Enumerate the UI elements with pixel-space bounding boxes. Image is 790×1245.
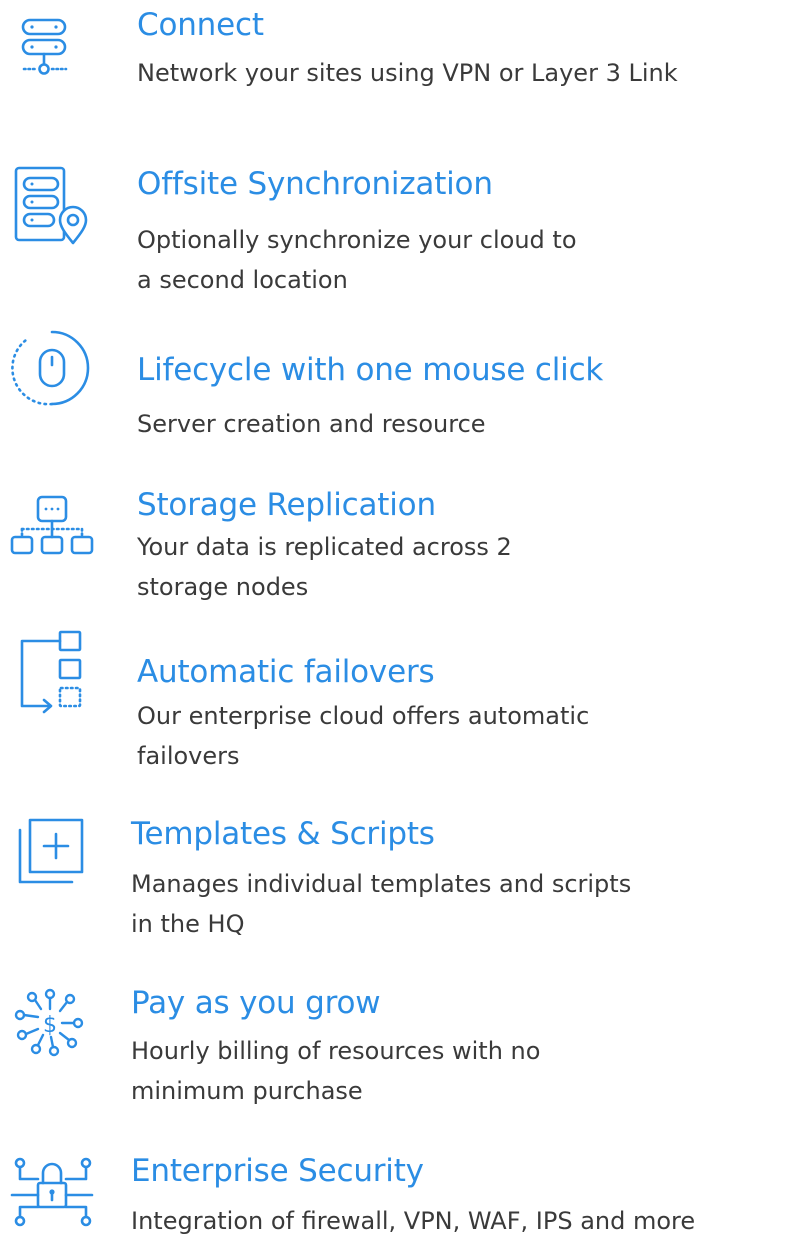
description-line: failovers (137, 742, 240, 770)
description-line: Your data is replicated across 2 (137, 533, 512, 561)
feature-description: Server creation and resource (137, 404, 486, 444)
description-line: storage nodes (137, 573, 309, 601)
feature-title: Enterprise Security (131, 1153, 424, 1189)
description-line: Server creation and resource (137, 410, 486, 438)
description-line: Manages individual templates and scripts (131, 870, 632, 898)
dollar-network-icon: $ (10, 985, 90, 1065)
feature-title: Lifecycle with one mouse click (137, 352, 604, 388)
feature-title: Automatic failovers (137, 654, 435, 690)
server-location-icon (14, 166, 94, 246)
feature-description: Hourly billing of resources with no mini… (131, 1031, 540, 1111)
feature-title: Connect (137, 7, 264, 43)
template-add-icon (16, 816, 86, 886)
server-network-icon (20, 14, 80, 94)
feature-description: Our enterprise cloud offers automatic fa… (137, 696, 589, 776)
description-line: minimum purchase (131, 1077, 363, 1105)
feature-description: Your data is replicated across 2 storage… (137, 527, 512, 607)
feature-title: Pay as you grow (131, 985, 381, 1021)
description-line: Hourly billing of resources with no (131, 1037, 541, 1065)
mouse-cycle-icon (11, 328, 94, 408)
hierarchy-nodes-icon (10, 493, 94, 573)
description-line: Network your sites using VPN or Layer 3 … (137, 59, 678, 87)
feature-description: Manages individual templates and scripts… (131, 864, 631, 944)
feature-description: Optionally synchronize your cloud to a s… (137, 220, 577, 300)
description-line: in the HQ (131, 910, 245, 938)
feature-title: Offsite Synchronization (137, 166, 493, 202)
feature-title: Storage Replication (137, 487, 436, 523)
feature-description: Network your sites using VPN or Layer 3 … (137, 53, 678, 93)
security-lock-icon (8, 1153, 98, 1233)
svg-text:$: $ (43, 1013, 57, 1038)
description-line: Optionally synchronize your cloud to (137, 226, 577, 254)
description-line: Our enterprise cloud offers automatic (137, 702, 590, 730)
feature-description: Integration of firewall, VPN, WAF, IPS a… (131, 1201, 695, 1241)
failover-blocks-icon (18, 630, 88, 720)
feature-title: Templates & Scripts (131, 816, 435, 852)
description-line: Integration of firewall, VPN, WAF, IPS a… (131, 1207, 696, 1235)
description-line: a second location (137, 266, 348, 294)
